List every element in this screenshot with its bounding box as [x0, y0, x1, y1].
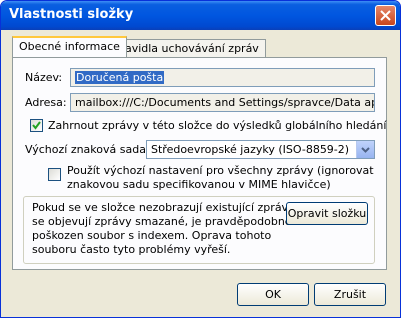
- chevron-down-icon: [361, 147, 370, 153]
- repair-info-line3: poškozen soubor s indexem. Oprava tohoto: [32, 229, 272, 242]
- charset-label: Výchozí znaková sada:: [25, 143, 150, 156]
- name-field[interactable]: Doručená pošta: [70, 68, 375, 87]
- charset-select[interactable]: Středoevropské jazyky (ISO-8859-2): [146, 140, 375, 159]
- ok-button[interactable]: OK: [237, 283, 309, 306]
- cancel-button[interactable]: Zrušit: [314, 283, 386, 306]
- close-icon: [380, 10, 391, 21]
- dropdown-button[interactable]: [356, 141, 374, 158]
- charset-value: Středoevropské jazyky (ISO-8859-2): [151, 143, 350, 156]
- window-title: Vlastnosti složky: [9, 7, 134, 22]
- override-charset-line1: Použít výchozí nastavení pro všechny zpr…: [67, 164, 374, 177]
- repair-info-line1: Pokud se ve složce nezobrazují existujíc…: [32, 201, 308, 214]
- name-value: Doručená pošta: [75, 71, 165, 84]
- include-global-search-label: Zahrnout zprávy v této složce do výsledk…: [48, 119, 387, 132]
- override-charset-checkbox[interactable]: [48, 168, 61, 181]
- include-global-search-checkbox[interactable]: [30, 119, 43, 132]
- address-field[interactable]: mailbox:///C:/Documents and Settings/spr…: [70, 93, 375, 112]
- address-label: Adresa:: [25, 96, 67, 109]
- address-value: mailbox:///C:/Documents and Settings/spr…: [75, 96, 375, 109]
- title-bar[interactable]: Vlastnosti složky: [1, 1, 400, 30]
- folder-properties-dialog: Vlastnosti složky Obecné informace Pravi…: [0, 0, 401, 318]
- repair-folder-button[interactable]: Opravit složku: [286, 202, 368, 225]
- repair-info-box: Pokud se ve složce nezobrazují existujíc…: [23, 196, 375, 264]
- repair-info-line4: souboru často tyto problémy vyřeší.: [32, 243, 231, 256]
- override-charset-line2: znakovou sadu specifikovanou v MIME hlav…: [67, 178, 331, 191]
- tab-retention[interactable]: Pravidla uchovávání zpráv: [107, 39, 266, 57]
- checkmark-icon: [32, 121, 41, 130]
- name-label: Název:: [25, 71, 63, 84]
- tab-general[interactable]: Obecné informace: [12, 36, 127, 57]
- close-button[interactable]: [375, 5, 396, 26]
- repair-info-line2: se objevují zprávy smazané, je pravděpod…: [32, 215, 292, 228]
